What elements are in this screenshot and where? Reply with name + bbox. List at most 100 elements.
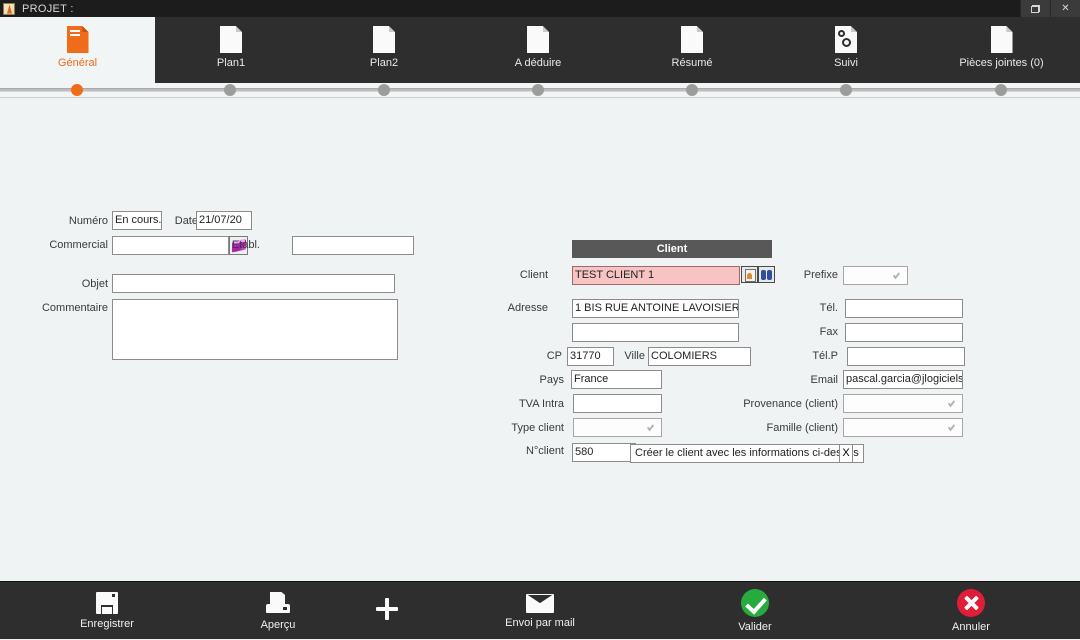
document-icon: [373, 26, 395, 53]
close-window-button[interactable]: ✕: [1050, 0, 1080, 17]
tva-intra-input[interactable]: [573, 394, 662, 413]
document-icon: [681, 26, 703, 53]
page-fold-shape: [389, 26, 395, 32]
tab-label: Général: [58, 57, 97, 69]
progress-dot-6[interactable]: [840, 84, 852, 96]
enregistrer-button[interactable]: Enregistrer: [37, 582, 177, 640]
tab-pi-ces-jointes-0[interactable]: Pièces jointes (0): [923, 17, 1080, 83]
adresse-input[interactable]: 1 BIS RUE ANTOINE LAVOISIER: [572, 299, 739, 318]
numero-input[interactable]: En cours...: [112, 211, 162, 230]
tel-input[interactable]: [845, 299, 963, 318]
mail-icon: [526, 594, 554, 613]
prefixe-label: Prefixe: [770, 269, 838, 281]
adresse2-input[interactable]: [572, 323, 739, 342]
progress-dot-5[interactable]: [686, 84, 698, 96]
add-button[interactable]: [317, 582, 457, 640]
progress-dot-7[interactable]: [995, 84, 1007, 96]
ville-label: Ville: [615, 350, 645, 362]
wizard-progress-rail: [0, 83, 1080, 97]
tab-plan2[interactable]: Plan2: [307, 17, 461, 83]
objet-input[interactable]: [112, 274, 395, 293]
page-fold-shape: [236, 26, 242, 32]
annuler-button[interactable]: Annuler: [901, 582, 1041, 640]
progress-dot-1[interactable]: [71, 84, 83, 96]
chevron-down-icon: [893, 271, 900, 279]
commentaire-textarea[interactable]: [112, 299, 398, 360]
pays-label: Pays: [498, 374, 564, 386]
cp-label: CP: [500, 350, 562, 362]
action-toolbar: Enregistrer Aperçu Envoi par mail Valider An…: [0, 581, 1080, 639]
document-lines-icon: [67, 26, 89, 53]
pays-input[interactable]: France: [571, 370, 662, 389]
page-fold-shape: [82, 26, 88, 32]
tab-plan1[interactable]: Plan1: [155, 17, 307, 83]
provenance-label: Provenance (client): [716, 398, 838, 410]
tab-g-n-ral[interactable]: Général: [0, 17, 155, 83]
objet-label: Objet: [8, 278, 108, 290]
form-canvas: Numéro En cours... Date 21/07/20 Commerc…: [0, 97, 1080, 581]
app-logo-icon: [3, 3, 15, 15]
adresse-label: Adresse: [478, 302, 548, 314]
tel-label: Tél.: [770, 302, 838, 314]
tab-a-d-duire[interactable]: A déduire: [461, 17, 615, 83]
n-client-input[interactable]: 580: [572, 443, 636, 462]
chevron-down-icon: [948, 423, 955, 431]
create-client-button[interactable]: Créer le client avec les informations ci…: [630, 444, 864, 463]
famille-select[interactable]: [843, 418, 963, 437]
progress-dot-4[interactable]: [532, 84, 544, 96]
fax-input[interactable]: [845, 323, 963, 342]
plus-icon: [375, 597, 399, 621]
toolbar-button-label: Annuler: [952, 621, 990, 633]
n-client-label: N°client: [500, 445, 564, 457]
prefixe-select[interactable]: [843, 266, 908, 285]
cp-input[interactable]: 31770: [567, 347, 614, 366]
progress-dot-2[interactable]: [224, 84, 236, 96]
toolbar-button-label: Envoi par mail: [505, 617, 575, 629]
page-fold-shape: [543, 26, 549, 32]
tab-r-sum[interactable]: Résumé: [615, 17, 769, 83]
gear-small-shape: [838, 30, 845, 37]
envoi-par-mail-button[interactable]: Envoi par mail: [470, 582, 610, 640]
page-fold-shape: [851, 26, 857, 32]
restore-window-button[interactable]: [1020, 0, 1050, 17]
print-icon: [266, 592, 290, 615]
wizard-tabstrip: Général Plan1 Plan2 A déduire RésuméSuiviPiè…: [0, 17, 1080, 83]
commercial-label: Commercial: [8, 239, 108, 251]
tab-label: Plan1: [217, 57, 245, 69]
famille-label: Famille (client): [738, 422, 838, 434]
tab-label: A déduire: [515, 57, 561, 69]
date-input[interactable]: 21/07/20: [196, 211, 252, 230]
email-input[interactable]: pascal.garcia@jlogiciels.fr: [843, 370, 963, 389]
window-title: PROJET :: [22, 3, 74, 15]
toolbar-button-label: Aperçu: [261, 619, 296, 631]
valider-button[interactable]: Valider: [685, 582, 825, 640]
type-client-select[interactable]: [573, 418, 662, 437]
progress-dot-3[interactable]: [378, 84, 390, 96]
chevron-down-icon: [948, 399, 955, 407]
toolbar-button-label: Valider: [738, 621, 771, 633]
date-label: Date: [163, 215, 198, 227]
window-titlebar: PROJET : ✕: [0, 0, 1080, 17]
document-icon: [991, 26, 1013, 53]
document-icon: [220, 26, 242, 53]
type-client-label: Type client: [484, 422, 564, 434]
toolbar-button-label: Enregistrer: [80, 618, 134, 630]
tab-suivi[interactable]: Suivi: [769, 17, 923, 83]
commentaire-label: Commentaire: [8, 302, 108, 314]
restore-icon: [1031, 5, 1040, 13]
etabl-label: Etabl.: [205, 239, 260, 251]
fax-label: Fax: [770, 326, 838, 338]
etabl-input[interactable]: [292, 236, 414, 255]
client-label: Client: [478, 269, 548, 281]
ville-input[interactable]: COLOMIERS: [648, 347, 751, 366]
page-fold-shape: [1006, 26, 1012, 32]
client-card-icon[interactable]: [741, 266, 758, 283]
provenance-select[interactable]: [843, 394, 963, 413]
cancel-icon: [957, 589, 985, 617]
window-controls: ✕: [1020, 0, 1080, 17]
clear-client-button[interactable]: X: [839, 444, 853, 463]
tel-p-input[interactable]: [847, 347, 965, 366]
client-panel-header: Client: [572, 240, 772, 258]
client-input[interactable]: TEST CLIENT 1: [572, 266, 740, 285]
tab-label: Plan2: [370, 57, 398, 69]
